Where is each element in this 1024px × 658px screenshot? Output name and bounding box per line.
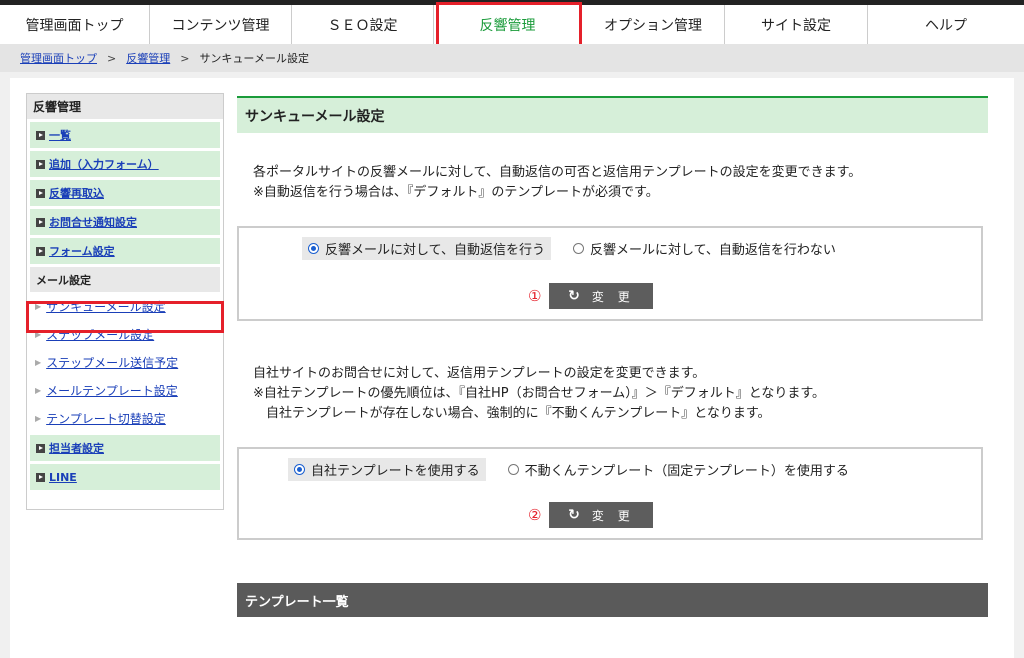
own-template-label: 自社テンプレートを使用する <box>311 464 480 479</box>
template-radio-group: 自社テンプレートを使用する 不動くんテンプレート（固定テンプレート）を使用する <box>288 458 849 481</box>
refresh-icon: ↻ <box>568 288 580 304</box>
auto-reply-radio-group: 反響メールに対して、自動返信を行う 反響メールに対して、自動返信を行わない <box>302 237 836 260</box>
sidebar-item-form-settings[interactable]: フォーム設定 <box>30 238 220 264</box>
section2-description: 自社サイトのお問合せに対して、返信用テンプレートの設定を変更できます。 ※自社テ… <box>253 364 825 424</box>
page-title: サンキューメール設定 <box>237 96 988 133</box>
radio-selected-icon <box>294 464 305 475</box>
tab-option-management[interactable]: オプション管理 <box>582 5 725 44</box>
tab-admin-top[interactable]: 管理画面トップ <box>0 5 150 44</box>
section2-change-row: ② ↻ 変 更 <box>528 502 654 528</box>
sidebar-item-template-switch[interactable]: ▶ テンプレート切替設定 <box>27 404 223 432</box>
section2-desc-line3: 自社テンプレートが存在しない場合、強制的に『不動くんテンプレート』となります。 <box>253 406 771 421</box>
step-marker-1: ① <box>528 287 542 305</box>
change-button-2[interactable]: ↻ 変 更 <box>549 502 654 528</box>
breadcrumb-response-management[interactable]: 反響管理 <box>126 50 170 66</box>
section2-desc-line1: 自社サイトのお問合せに対して、返信用テンプレートの設定を変更できます。 <box>253 366 706 381</box>
arrow-square-icon <box>36 188 45 198</box>
tab-site-settings[interactable]: サイト設定 <box>725 5 868 44</box>
refresh-icon: ↻ <box>568 507 580 523</box>
breadcrumb-admin-top[interactable]: 管理画面トップ <box>20 50 97 66</box>
auto-reply-on-radio[interactable]: 反響メールに対して、自動返信を行う <box>302 237 551 260</box>
sidebar-item-line[interactable]: LINE <box>30 464 220 490</box>
arrow-square-icon <box>36 217 45 227</box>
change-button-label: 変 更 <box>591 508 635 523</box>
section1-description: 各ポータルサイトの反響メールに対して、自動返信の可否と返信用テンプレートの設定を… <box>253 163 861 203</box>
radio-unselected-icon <box>507 464 519 475</box>
section1-desc-line2: ※自動返信を行う場合は、『デフォルト』のテンプレートが必須です。 <box>253 185 659 200</box>
sidebar-item-label[interactable]: テンプレート切替設定 <box>46 410 166 427</box>
sidebar-item-label[interactable]: 一覧 <box>49 127 71 143</box>
fixed-template-label: 不動くんテンプレート（固定テンプレート）を使用する <box>524 464 849 479</box>
radio-unselected-icon <box>572 243 584 254</box>
sidebar-item-label[interactable]: ステップメール送信予定 <box>46 354 178 371</box>
radio-selected-icon <box>308 243 319 254</box>
breadcrumb: 管理画面トップ > 反響管理 > サンキューメール設定 <box>0 44 1024 72</box>
active-tab-highlight <box>436 2 582 47</box>
sidebar-item-inquiry-notice[interactable]: お問合せ通知設定 <box>30 209 220 235</box>
sidebar-item-add-form[interactable]: 追加（入力フォーム） <box>30 151 220 177</box>
sidebar-item-step-schedule[interactable]: ▶ ステップメール送信予定 <box>27 348 223 376</box>
sidebar-item-list[interactable]: 一覧 <box>30 122 220 148</box>
arrow-square-icon <box>36 159 45 169</box>
sidebar-item-label[interactable]: メールテンプレート設定 <box>46 382 178 399</box>
change-button-label: 変 更 <box>591 289 635 304</box>
breadcrumb-current: サンキューメール設定 <box>199 52 309 65</box>
own-template-radio[interactable]: 自社テンプレートを使用する <box>288 458 486 481</box>
triangle-right-icon: ▶ <box>35 385 42 395</box>
sidebar-item-label[interactable]: 反響再取込 <box>49 185 104 201</box>
sidebar-item-label[interactable]: LINE <box>49 471 77 484</box>
sidebar-title: 反響管理 <box>27 94 223 119</box>
tab-content-management[interactable]: コンテンツ管理 <box>150 5 292 44</box>
triangle-right-icon: ▶ <box>35 413 42 423</box>
arrow-square-icon <box>36 130 45 140</box>
auto-reply-off-label: 反響メールに対して、自動返信を行わない <box>589 243 836 258</box>
tab-help[interactable]: ヘルプ <box>868 5 1024 44</box>
sidebar-item-label[interactable]: お問合せ通知設定 <box>49 214 137 230</box>
auto-reply-off-radio[interactable]: 反響メールに対して、自動返信を行わない <box>572 239 836 258</box>
step-marker-2: ② <box>528 506 542 524</box>
section2-desc-line2: ※自社テンプレートの優先順位は、『自社HP（お問合せフォーム）』＞『デフォルト』… <box>253 386 826 401</box>
sidebar-item-label[interactable]: フォーム設定 <box>49 243 115 259</box>
fixed-template-radio[interactable]: 不動くんテンプレート（固定テンプレート）を使用する <box>507 460 849 479</box>
breadcrumb-separator: > <box>180 51 190 65</box>
sidebar-item-label[interactable]: 追加（入力フォーム） <box>49 156 159 172</box>
template-list-header: テンプレート一覧 <box>237 583 988 617</box>
sidebar-highlight <box>26 301 224 333</box>
sidebar-section-mail: メール設定 <box>30 267 220 292</box>
breadcrumb-separator: > <box>107 51 117 65</box>
change-button-1[interactable]: ↻ 変 更 <box>549 283 654 309</box>
sidebar-item-reimport[interactable]: 反響再取込 <box>30 180 220 206</box>
arrow-square-icon <box>36 246 45 256</box>
section1-desc-line1: 各ポータルサイトの反響メールに対して、自動返信の可否と返信用テンプレートの設定を… <box>253 165 862 180</box>
section1-change-row: ① ↻ 変 更 <box>528 283 654 309</box>
sidebar-item-staff[interactable]: 担当者設定 <box>30 435 220 461</box>
arrow-square-icon <box>36 443 45 453</box>
triangle-right-icon: ▶ <box>35 357 42 367</box>
sidebar-item-mail-template[interactable]: ▶ メールテンプレート設定 <box>27 376 223 404</box>
tab-seo-settings[interactable]: ＳＥＯ設定 <box>292 5 434 44</box>
sidebar-item-label[interactable]: 担当者設定 <box>49 440 104 456</box>
arrow-square-icon <box>36 472 45 482</box>
auto-reply-on-label: 反響メールに対して、自動返信を行う <box>325 243 545 258</box>
